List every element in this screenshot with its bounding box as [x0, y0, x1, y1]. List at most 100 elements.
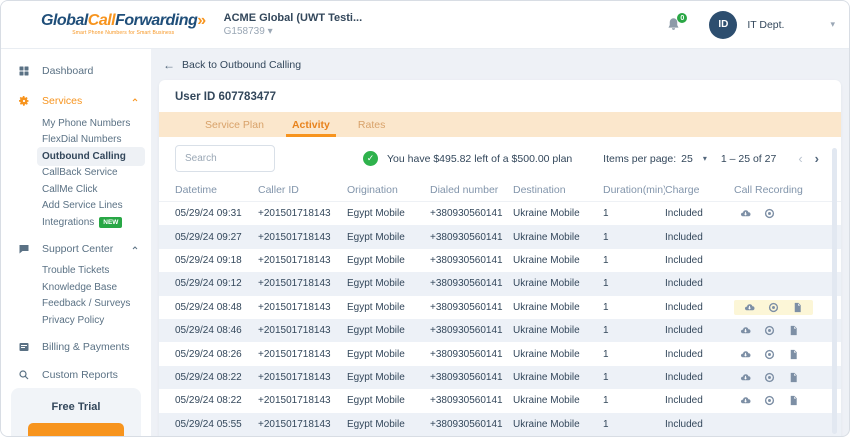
sidebar-item-knowledge-base[interactable]: Knowledge Base	[1, 279, 151, 296]
header-dialed-number: Dialed number	[430, 183, 499, 196]
chevron-down-icon: ▾	[267, 26, 273, 37]
cell-destination: Ukraine Mobile	[513, 348, 580, 360]
free-trial-button[interactable]	[28, 423, 124, 436]
sidebar-item-billing-payments[interactable]: Billing & Payments	[1, 335, 151, 359]
document-icon[interactable]	[792, 302, 803, 313]
cloud-download-icon[interactable]	[740, 208, 751, 219]
sidebar-item-feedback-surveys[interactable]: Feedback / Surveys	[1, 296, 151, 313]
cell-charge: Included	[665, 325, 703, 337]
cell-caller-id: +201501718143	[258, 278, 331, 290]
back-link[interactable]: ← Back to Outbound Calling	[163, 58, 301, 72]
document-icon[interactable]	[788, 395, 799, 406]
page-title: User ID 607783477	[175, 91, 277, 103]
cell-datetime: 05/29/24 08:22	[175, 395, 242, 407]
sidebar-item-label: Custom Reports	[42, 368, 118, 381]
sidebar-item-privacy-policy[interactable]: Privacy Policy	[1, 312, 151, 329]
cell-destination: Ukraine Mobile	[513, 301, 580, 313]
document-icon[interactable]	[788, 325, 799, 336]
cloud-download-icon[interactable]	[740, 349, 751, 360]
cell-dialed-number: +380930560141	[430, 348, 503, 360]
balance-message: You have $495.82 left of a $500.00 plan	[387, 152, 573, 165]
cell-charge: Included	[665, 208, 703, 220]
table-body: 05/29/24 09:31 +201501718143 Egypt Mobil…	[159, 202, 841, 436]
prev-page-button[interactable]: ‹	[792, 151, 808, 166]
sidebar-item-flexdial-numbers[interactable]: FlexDial Numbers	[1, 132, 151, 149]
cell-datetime: 05/29/24 08:22	[175, 371, 242, 383]
cell-call-recording	[734, 413, 841, 436]
table-row: 05/29/24 08:22 +201501718143 Egypt Mobil…	[159, 365, 841, 390]
items-per-page-select[interactable]: 25	[681, 153, 693, 165]
brand-tagline: Smart Phone Numbers for Smart Business	[72, 30, 175, 36]
sidebar: Dashboard Services My Phone Numbers Flex…	[1, 49, 151, 436]
back-row: ← Back to Outbound Calling	[151, 49, 849, 80]
cloud-download-icon[interactable]	[740, 395, 751, 406]
table-row: 05/29/24 09:12 +201501718143 Egypt Mobil…	[159, 272, 841, 296]
cell-origination: Egypt Mobile	[347, 371, 405, 383]
cell-caller-id: +201501718143	[258, 418, 331, 430]
cloud-download-icon[interactable]	[740, 372, 751, 383]
cell-dialed-number: +380930560141	[430, 231, 503, 243]
sidebar-item-label: Support Center	[42, 242, 114, 255]
header-datetime: Datetime	[175, 183, 218, 196]
record-icon[interactable]	[764, 395, 775, 406]
brand-logo[interactable]: GlobalCallForwarding» Smart Phone Number…	[41, 13, 206, 36]
record-icon[interactable]	[764, 325, 775, 336]
cell-origination: Egypt Mobile	[347, 301, 405, 313]
sidebar-item-trouble-tickets[interactable]: Trouble Tickets	[1, 263, 151, 280]
record-icon[interactable]	[764, 208, 775, 219]
sidebar-item-my-phone-numbers[interactable]: My Phone Numbers	[1, 115, 151, 132]
header-caller-id: Caller ID	[258, 183, 299, 196]
cloud-download-icon[interactable]	[740, 325, 751, 336]
sidebar-item-callme-click[interactable]: CallMe Click	[1, 181, 151, 198]
sidebar-item-custom-reports[interactable]: Custom Reports	[1, 363, 151, 387]
user-detail-card: User ID 607783477 Service Plan Activity …	[159, 80, 841, 436]
cell-call-recording	[734, 249, 841, 272]
cell-dialed-number: +380930560141	[430, 208, 503, 220]
record-icon[interactable]	[768, 302, 779, 313]
sidebar-item-integrations[interactable]: Integrations NEW	[1, 214, 151, 231]
account-id-dropdown[interactable]: G158739 ▾	[224, 26, 363, 37]
sidebar-item-label: Dashboard	[42, 65, 94, 77]
chevron-up-icon	[131, 243, 139, 255]
cell-call-recording	[734, 319, 841, 342]
header-call-recording: Call Recording	[734, 183, 803, 196]
cloud-download-icon[interactable]	[744, 302, 755, 313]
vertical-scrollbar[interactable]	[832, 148, 837, 434]
chevron-down-icon[interactable]: ▾	[830, 19, 835, 30]
cell-destination: Ukraine Mobile	[513, 278, 580, 290]
search-input[interactable]	[175, 145, 275, 172]
cell-destination: Ukraine Mobile	[513, 371, 580, 383]
document-icon[interactable]	[788, 372, 799, 383]
toolbar: ✓ You have $495.82 left of a $500.00 pla…	[159, 137, 841, 178]
tab-rates[interactable]: Rates	[344, 112, 399, 137]
sidebar-item-services[interactable]: Services	[1, 89, 151, 113]
cell-dialed-number: +380930560141	[430, 395, 503, 407]
notifications-button[interactable]: 0	[666, 13, 688, 32]
cell-charge: Included	[665, 231, 703, 243]
tab-service-plan[interactable]: Service Plan	[191, 112, 278, 137]
cell-datetime: 05/29/24 08:46	[175, 325, 242, 337]
user-menu-label[interactable]: IT Dept.	[747, 19, 784, 31]
brand-logo-text: GlobalCallForwarding»	[41, 12, 206, 29]
cell-origination: Egypt Mobile	[347, 325, 405, 337]
next-page-button[interactable]: ›	[809, 151, 825, 166]
cell-duration: 1	[603, 371, 609, 383]
avatar[interactable]: ID	[709, 10, 738, 39]
recording-icon-group	[734, 206, 781, 221]
cell-destination: Ukraine Mobile	[513, 325, 580, 337]
sidebar-item-callback-service[interactable]: CallBack Service	[1, 165, 151, 182]
record-icon[interactable]	[764, 372, 775, 383]
cell-caller-id: +201501718143	[258, 208, 331, 220]
record-icon[interactable]	[764, 349, 775, 360]
document-icon[interactable]	[788, 349, 799, 360]
sidebar-item-dashboard[interactable]: Dashboard	[1, 59, 151, 83]
chevron-down-icon[interactable]: ▾	[703, 154, 707, 163]
sidebar-item-outbound-calling[interactable]: Outbound Calling	[1, 147, 151, 165]
recording-icon-group	[734, 370, 805, 385]
cell-duration: 1	[603, 208, 609, 220]
tab-activity[interactable]: Activity	[278, 112, 344, 137]
sidebar-item-support-center[interactable]: Support Center	[1, 237, 151, 261]
cell-origination: Egypt Mobile	[347, 418, 405, 430]
cell-origination: Egypt Mobile	[347, 231, 405, 243]
sidebar-item-add-service-lines[interactable]: Add Service Lines	[1, 198, 151, 215]
